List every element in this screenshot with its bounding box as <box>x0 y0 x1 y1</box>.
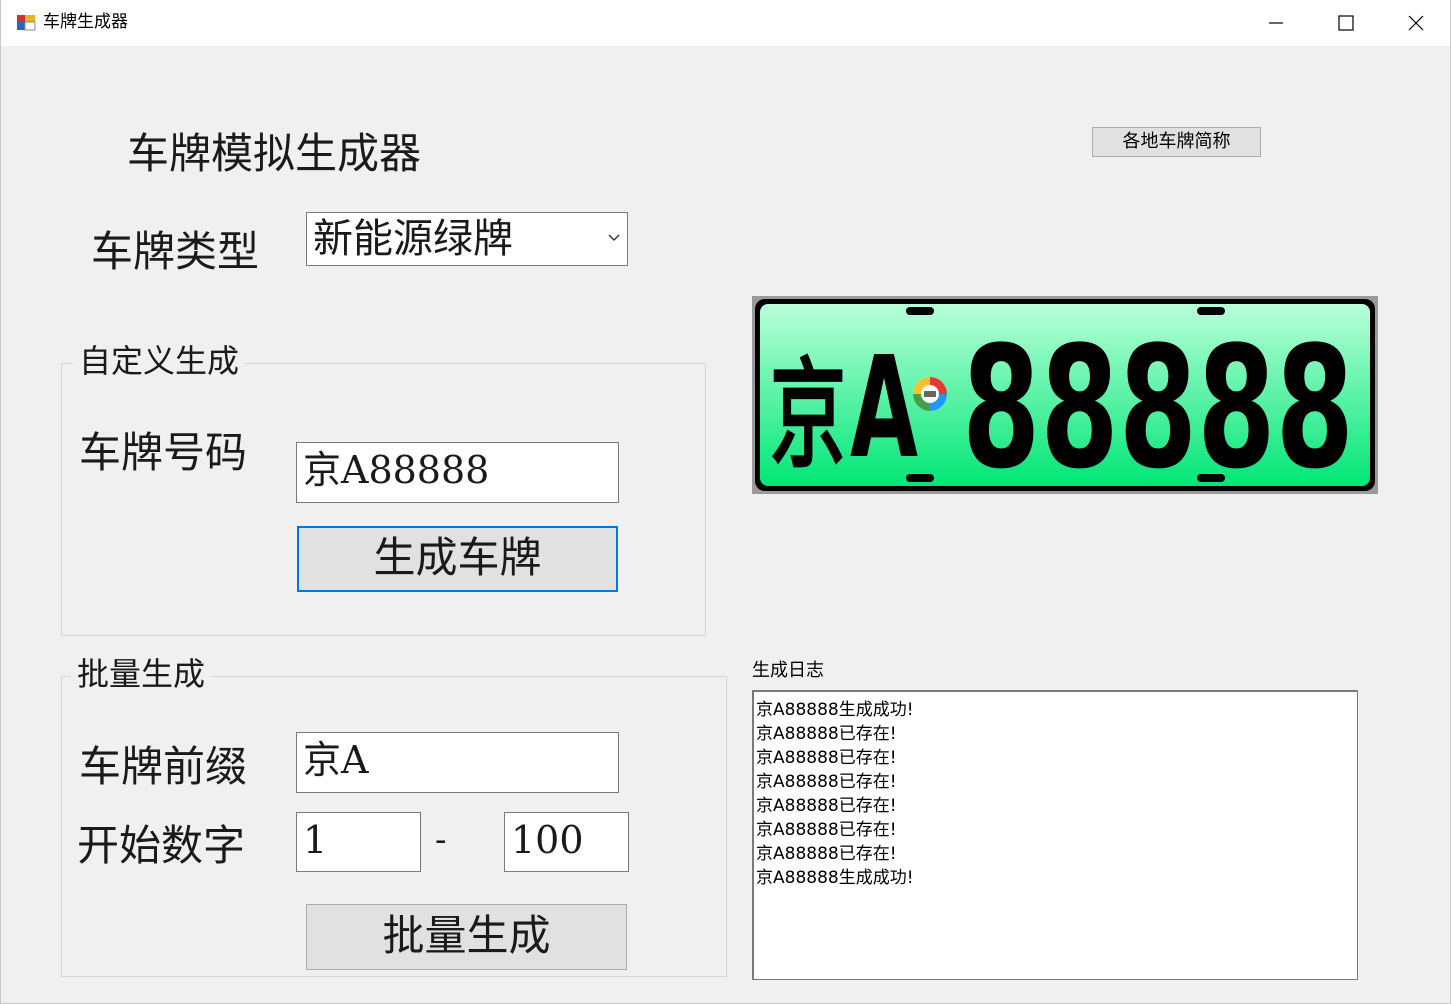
close-button[interactable] <box>1381 0 1451 46</box>
plate-type-label: 车牌类型 <box>91 227 260 276</box>
log-line: 京A88888生成成功! <box>756 700 914 720</box>
end-number-input[interactable]: 100 <box>504 812 629 872</box>
log-line: 京A88888已存在! <box>756 724 897 744</box>
plate-type-select[interactable]: 新能源绿牌 <box>306 212 628 266</box>
minimize-button[interactable] <box>1241 0 1311 46</box>
plate-letter-char: A <box>850 327 918 490</box>
minimize-icon <box>1269 22 1283 24</box>
batch-generate-button[interactable]: 批量生成 <box>306 904 627 970</box>
app-icon <box>17 15 36 31</box>
start-number-input[interactable]: 1 <box>296 812 421 872</box>
log-line: 京A88888已存在! <box>756 796 897 816</box>
generate-plate-button[interactable]: 生成车牌 <box>297 526 618 592</box>
log-line: 京A88888已存在! <box>756 772 897 792</box>
chevron-down-icon <box>608 234 620 241</box>
maximize-icon <box>1338 15 1354 31</box>
plate-province-char: 京 <box>770 346 846 484</box>
window-title: 车牌生成器 <box>43 12 128 32</box>
region-abbreviations-button[interactable]: 各地车牌简称 <box>1092 127 1261 157</box>
log-line: 京A88888已存在! <box>756 820 897 840</box>
app-window: 车牌生成器 车牌模拟生成器 各地车牌简称 车牌类型 新能源绿牌 自定义生成 车牌… <box>0 0 1451 1004</box>
log-textarea[interactable]: 京A88888生成成功! 京A88888已存在! 京A88888已存在! 京A8… <box>752 690 1358 980</box>
log-line: 京A88888生成成功! <box>756 868 914 888</box>
plate-prefix-input[interactable]: 京A <box>296 732 619 793</box>
batch-generate-legend: 批量生成 <box>71 656 212 692</box>
plate-digits: 88888 <box>962 310 1354 494</box>
range-separator: - <box>435 820 447 860</box>
page-title: 车牌模拟生成器 <box>127 129 422 178</box>
plate-number-input[interactable]: 京A88888 <box>296 442 619 503</box>
plate-preview-image: 京 A 88888 <box>752 296 1378 494</box>
title-bar[interactable]: 车牌生成器 <box>1 0 1450 46</box>
plate-number-label: 车牌号码 <box>79 428 248 477</box>
log-line: 京A88888已存在! <box>756 844 897 864</box>
start-number-label: 开始数字 <box>77 821 246 870</box>
maximize-button[interactable] <box>1311 0 1381 46</box>
log-label: 生成日志 <box>752 660 824 681</box>
plate-type-selected: 新能源绿牌 <box>313 216 513 262</box>
custom-generate-legend: 自定义生成 <box>73 343 246 379</box>
close-icon <box>1408 15 1424 31</box>
log-line: 京A88888已存在! <box>756 748 897 768</box>
plate-prefix-label: 车牌前缀 <box>79 742 248 791</box>
new-energy-logo-icon <box>913 377 947 411</box>
